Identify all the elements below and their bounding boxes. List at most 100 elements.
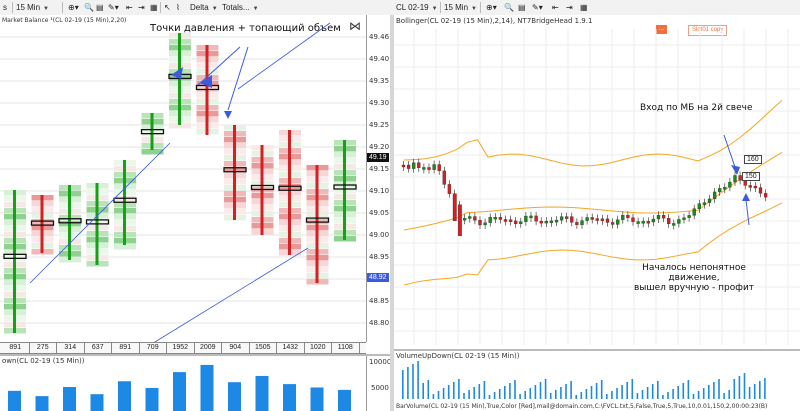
candle-body	[595, 218, 599, 221]
candle-body	[503, 219, 508, 222]
left-chart-panel[interactable]: Market Balance ¹(CL 02-19 (15 Min),2,20)…	[0, 15, 390, 411]
volume-bar	[728, 390, 730, 399]
properties-icon[interactable]: ▤	[518, 2, 526, 13]
scroll-left-icon[interactable]: ⇤	[552, 2, 559, 13]
right-volume-svg	[402, 361, 766, 399]
candle-body	[432, 164, 436, 170]
order-qty-top[interactable]: 160	[744, 155, 762, 164]
toolbar-separator	[440, 2, 441, 13]
scroll-right-icon[interactable]: ⇥	[566, 2, 573, 13]
grid-icon[interactable]: ▦	[580, 2, 588, 13]
zoom-tool-icon[interactable]: 🔍	[504, 2, 514, 13]
candle-body	[457, 204, 462, 236]
candle-body	[422, 167, 426, 170]
volume-bar	[544, 379, 547, 399]
candle-body	[524, 215, 528, 222]
price-axis-tick: 49.20	[369, 143, 390, 151]
candle-body	[575, 222, 579, 226]
volume-bar	[442, 388, 445, 399]
candle-body	[631, 217, 635, 222]
order-qty-bottom[interactable]: 150	[742, 172, 760, 181]
candle-body	[707, 198, 712, 203]
volume-bar	[590, 386, 593, 399]
scroll-right-icon[interactable]: ⇥	[138, 2, 145, 13]
volume-bar	[228, 382, 241, 411]
right-volume-panel[interactable]: VolumeUpDown(CL 02-19 (15 Min))	[394, 349, 800, 403]
volume-bar	[621, 385, 623, 399]
candle-body	[463, 218, 467, 221]
volume-bar	[651, 384, 654, 399]
properties-icon[interactable]: ▤	[96, 2, 104, 13]
volume-bar	[738, 376, 741, 399]
price-axis-tick: 49.40	[369, 55, 390, 63]
candle-body	[437, 164, 441, 172]
crosshair-tool-icon[interactable]: ⊕▾	[486, 2, 497, 13]
candle-body	[758, 187, 763, 194]
bar-total-cell: 314	[57, 343, 85, 353]
right-instrument-selector[interactable]: CL 02-19 ▼	[396, 2, 438, 13]
volume-bar	[493, 392, 496, 399]
trend-line	[149, 247, 309, 346]
candle-body	[621, 215, 625, 220]
candle-body	[733, 175, 737, 183]
chevron-down-icon: ▼	[431, 6, 438, 12]
candle-body	[549, 220, 554, 223]
grid-icon[interactable]: ▦	[150, 2, 158, 13]
volume-bar	[549, 393, 552, 399]
price-axis-tick: 49.35	[369, 77, 390, 85]
left-price-axis[interactable]: 49.46 49.40 49.35 49.30 49.25 49.20 49.15 49.10…	[366, 15, 390, 342]
candle-body	[417, 162, 421, 168]
footprint-candle-body	[40, 195, 44, 253]
candle-body	[473, 216, 477, 221]
volume-bar	[702, 388, 705, 399]
candle-body	[570, 216, 574, 223]
left-instrument-selector[interactable]: s	[3, 2, 7, 13]
candle-body	[442, 170, 446, 185]
volume-bar	[8, 390, 21, 411]
cursor-tool-icon[interactable]: ↖	[164, 2, 171, 13]
crosshair-tool-icon[interactable]: ⊕▾	[68, 2, 79, 13]
right-timeframe-selector[interactable]: 15 Min ▼	[444, 2, 477, 13]
left-timeframe-selector[interactable]: 15 Min ▼	[16, 2, 49, 13]
volume-bar	[555, 390, 557, 399]
volume-bar	[753, 384, 756, 399]
toolbar-separator	[12, 2, 13, 13]
volume-bar	[118, 381, 131, 411]
candle-body	[728, 181, 732, 188]
trend-line	[237, 22, 331, 90]
candle-body	[565, 216, 569, 219]
tool-delta[interactable]: Delta ▼	[190, 2, 218, 13]
candle-body	[534, 215, 538, 222]
bar-total-cell: 709	[140, 343, 167, 353]
toolbar: s 15 Min ▼ ⊕▾ 🔍 ▤ ✎▾ ⇤ ⇥ ▦ ↖ ⌇ Delta ▼ Tot…	[0, 0, 800, 16]
volume-bar	[488, 395, 491, 399]
footprint-candle-body	[233, 125, 236, 220]
candle-body	[554, 219, 559, 223]
drawing-tool-icon[interactable]: ✎▾	[108, 2, 119, 13]
volume-bar	[417, 361, 419, 399]
volume-bar	[708, 385, 710, 399]
volume-bar	[764, 378, 766, 399]
zoom-tool-icon[interactable]: 🔍	[84, 2, 94, 13]
scroll-left-icon[interactable]: ⇤	[126, 2, 133, 13]
volume-bar	[646, 387, 649, 399]
candle-body	[412, 162, 416, 169]
volume-bar	[682, 383, 685, 399]
indicator-icon[interactable]: ⌇	[176, 2, 180, 13]
candle-body	[406, 164, 411, 169]
candle-body	[483, 222, 487, 226]
candle-body	[661, 215, 666, 219]
volume-bar	[616, 388, 618, 399]
price-axis-tick: 49.46	[369, 33, 390, 41]
tool-totals[interactable]: Totals... ▼	[222, 2, 259, 13]
volume-bar	[748, 387, 751, 399]
bar-total-cell: 1952	[167, 343, 195, 353]
candle-body	[651, 218, 656, 223]
candle-body	[702, 202, 707, 205]
drawing-tool-icon[interactable]: ✎▾	[532, 2, 543, 13]
right-chart-panel[interactable]: Bollinger(CL 02-19 (15 Min),2,14), NT7Br…	[394, 15, 800, 411]
left-volume-panel[interactable]: own(CL 02-19 (15 Min)) 10000 5000	[0, 354, 390, 411]
chevron-down-icon: ▼	[211, 6, 218, 12]
bar-total-cell: 637	[85, 343, 112, 353]
bollinger-bands	[403, 99, 783, 286]
